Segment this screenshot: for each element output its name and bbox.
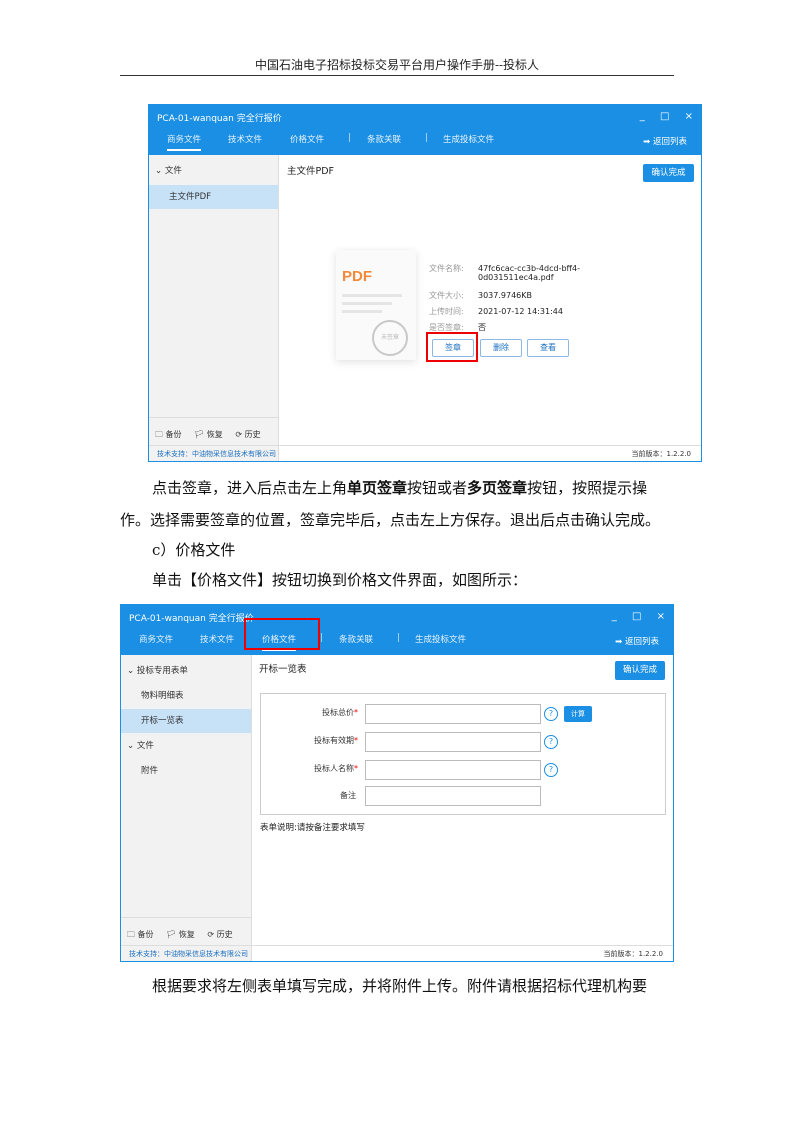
screenshot-window-main-pdf: PCA-01-wanquan 完全行报价 _ □ × 商务文件 技术文件 价格文… xyxy=(148,104,702,462)
window-title: PCA-01-wanquan 完全行报价 xyxy=(157,114,282,124)
tab-business[interactable]: 商务文件 xyxy=(139,633,173,645)
help-icon[interactable]: ? xyxy=(544,735,558,749)
history-button[interactable]: ⟳ 历史 xyxy=(207,930,232,939)
maximize-icon[interactable]: □ xyxy=(632,611,641,622)
sidebar-group-files[interactable]: ⌄ 文件 xyxy=(149,159,278,183)
page-header: 中国石油电子招标投标交易平台用户操作手册--投标人 xyxy=(254,58,540,72)
title-bar: PCA-01-wanquan 完全行报价 _ □ × 商务文件 技术文件 价格文… xyxy=(121,605,673,655)
file-info-upload-time: 上传时间: 2021-07-12 14:31:44 xyxy=(429,307,563,316)
minimize-icon[interactable]: _ xyxy=(640,111,645,122)
content-title: 主文件PDF xyxy=(287,166,335,177)
highlight-box xyxy=(244,618,320,650)
version-text: 当前版本：1.2.2.0 xyxy=(603,950,664,958)
field-label-total-price: 投标总价* xyxy=(322,708,358,717)
tech-support-text: 技术支持：中油物采信息技术有限公司 xyxy=(129,950,248,958)
status-divider xyxy=(149,445,701,446)
close-icon[interactable]: × xyxy=(685,111,693,122)
window-controls: _ □ × xyxy=(600,611,665,622)
sidebar-group-bid-forms[interactable]: ⌄ 投标专用表单 xyxy=(121,659,251,683)
pdf-line xyxy=(342,302,392,305)
bidder-name-input[interactable] xyxy=(365,760,541,780)
version-text: 当前版本：1.2.2.0 xyxy=(631,450,692,458)
paragraph-1: 点击签章，进入后点击左上角单页签章按钮或者多页签章按钮，按照提示操 xyxy=(152,479,648,497)
tab-business[interactable]: 商务文件 xyxy=(167,133,202,151)
tab-clause-link[interactable]: 条款关联 xyxy=(367,133,401,145)
paragraph-2: 作。选择需要签章的位置，签章完毕后，点击左上方保存。退出后点击确认完成。 xyxy=(120,511,661,529)
tab-technical[interactable]: 技术文件 xyxy=(200,633,234,645)
tab-separator: | xyxy=(397,633,400,643)
field-label-bidder-name: 投标人名称* xyxy=(314,764,358,773)
sidebar-item-opening-sheet[interactable]: 开标一览表 xyxy=(121,709,251,733)
unsigned-seal-icon: 未签章 xyxy=(372,320,408,356)
sidebar-footer-actions: 🗀 备份 🏳 恢复 ⟳ 历史 xyxy=(155,429,271,443)
highlight-box xyxy=(426,332,478,362)
field-label-validity: 投标有效期* xyxy=(314,736,358,745)
tab-clause-link[interactable]: 条款关联 xyxy=(339,633,373,645)
paragraph-4: 单击【价格文件】按钮切换到价格文件界面，如图所示： xyxy=(152,571,528,589)
calculate-button[interactable]: 计算 xyxy=(564,706,592,722)
content-title: 开标一览表 xyxy=(259,664,307,675)
restore-button[interactable]: 🏳 恢复 xyxy=(166,930,195,939)
confirm-complete-button[interactable]: 确认完成 xyxy=(615,661,665,680)
field-label-remarks: 备注 xyxy=(340,791,356,800)
tab-price[interactable]: 价格文件 xyxy=(290,133,324,145)
header-rule xyxy=(120,75,674,76)
tab-generate[interactable]: 生成投标文件 xyxy=(443,133,494,145)
validity-period-input[interactable] xyxy=(365,732,541,752)
return-list-link[interactable]: ➡ 返回列表 xyxy=(643,135,687,147)
sidebar: ⌄ 投标专用表单 物料明细表 开标一览表 ⌄ 文件 附件 🗀 备份 🏳 恢复 ⟳… xyxy=(121,655,252,961)
help-icon[interactable]: ? xyxy=(544,763,558,777)
sidebar-group-files[interactable]: ⌄ 文件 xyxy=(121,734,251,758)
file-info-name-cont: 0d031511ec4a.pdf xyxy=(478,273,554,282)
backup-button[interactable]: 🗀 备份 xyxy=(127,930,154,939)
pdf-label: PDF xyxy=(342,268,372,285)
return-list-link[interactable]: ➡ 返回列表 xyxy=(615,635,659,647)
form-note: 表单说明:请按备注要求填写 xyxy=(260,823,365,833)
remarks-input[interactable] xyxy=(365,786,541,806)
status-divider xyxy=(121,945,673,946)
minimize-icon[interactable]: _ xyxy=(612,611,617,622)
close-icon[interactable]: × xyxy=(657,611,665,622)
divider xyxy=(121,917,251,918)
restore-button[interactable]: 🏳 恢复 xyxy=(194,430,223,439)
view-button[interactable]: 查看 xyxy=(527,339,569,357)
sidebar-footer-actions: 🗀 备份 🏳 恢复 ⟳ 历史 xyxy=(127,929,243,943)
pdf-line xyxy=(342,310,382,313)
sidebar: ⌄ 文件 主文件PDF 🗀 备份 🏳 恢复 ⟳ 历史 xyxy=(149,155,279,461)
confirm-complete-button[interactable]: 确认完成 xyxy=(643,164,694,182)
sidebar-item-attachment[interactable]: 附件 xyxy=(121,759,251,783)
window-controls: _ □ × xyxy=(628,111,693,122)
divider xyxy=(149,417,278,418)
help-icon[interactable]: ? xyxy=(544,707,558,721)
delete-button[interactable]: 删除 xyxy=(480,339,522,357)
sidebar-item-material-list[interactable]: 物料明细表 xyxy=(121,684,251,708)
tech-support-text: 技术支持：中油物采信息技术有限公司 xyxy=(157,450,276,458)
history-button[interactable]: ⟳ 历史 xyxy=(235,430,260,439)
tab-generate[interactable]: 生成投标文件 xyxy=(415,633,466,645)
total-price-input[interactable] xyxy=(365,704,541,724)
file-info-size: 文件大小: 3037.9746KB xyxy=(429,291,532,300)
sidebar-item-main-pdf[interactable]: 主文件PDF xyxy=(149,185,278,209)
backup-button[interactable]: 🗀 备份 xyxy=(155,430,182,439)
tab-separator: | xyxy=(320,633,323,643)
tab-separator: | xyxy=(425,133,428,143)
tab-separator: | xyxy=(348,133,351,143)
pdf-file-icon: PDF 未签章 xyxy=(336,250,416,360)
maximize-icon[interactable]: □ xyxy=(660,111,669,122)
tab-technical[interactable]: 技术文件 xyxy=(228,133,262,145)
section-heading-price: c）价格文件 xyxy=(152,541,236,559)
title-bar: PCA-01-wanquan 完全行报价 _ □ × 商务文件 技术文件 价格文… xyxy=(149,105,701,155)
pdf-line xyxy=(342,294,402,297)
window-title: PCA-01-wanquan 完全行报价 xyxy=(129,614,254,624)
paragraph-5: 根据要求将左侧表单填写完成，并将附件上传。附件请根据招标代理机构要 xyxy=(152,977,648,995)
